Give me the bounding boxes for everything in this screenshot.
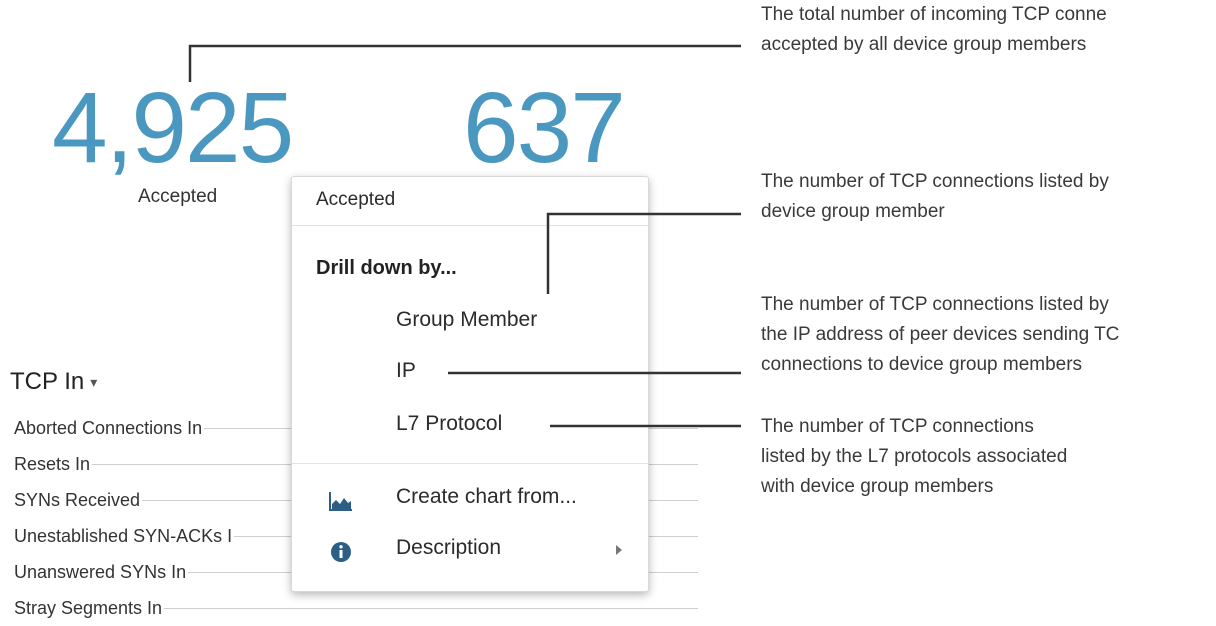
metric-row-label: Aborted Connections In [14,417,205,439]
metric-accepted-label: Accepted [138,186,218,207]
callout-line: listed by the L7 protocols associated [761,446,1068,467]
callout-line: The total number of incoming TCP conne [761,4,1107,25]
callout-line: The number of TCP connections listed by [761,294,1109,315]
metric-row-label: Resets In [14,453,93,475]
callout-line: The number of TCP connections listed by [761,171,1109,192]
menu-divider [292,225,648,226]
callout-line: the IP address of peer devices sending T… [761,324,1120,345]
callout-l7-protocol: The number of TCP connections listed by … [761,412,1067,502]
drill-down-heading: Drill down by... [316,257,457,279]
callout-line: connections to device group members [761,354,1083,375]
drill-l7-protocol-item[interactable]: L7 Protocol [396,412,502,436]
callout-line: The number of TCP connections [761,416,1034,437]
callout-line: accepted by all device group members [761,34,1087,55]
caret-down-icon: ▾ [90,374,98,391]
create-chart-item[interactable]: Create chart from... [292,482,648,522]
callout-line: device group member [761,201,945,222]
menu-divider [292,463,648,464]
callout-ip: The number of TCP connections listed by … [761,290,1119,380]
context-menu: Accepted Drill down by... Group Member I… [291,176,649,592]
metric-row-label: Stray Segments In [14,597,165,619]
drill-ip-item[interactable]: IP [396,359,416,383]
callout-accepted-total: The total number of incoming TCP conne a… [761,0,1107,60]
info-circle-icon [331,542,351,562]
drill-group-member-item[interactable]: Group Member [396,308,537,332]
area-chart-icon [329,492,352,511]
menu-header: Accepted [316,189,396,210]
metric-row-label: Unanswered SYNs In [14,561,189,583]
metric-accepted-value[interactable]: 4,925 [52,78,294,178]
description-label: Description [396,536,502,559]
section-title[interactable]: TCP In ▾ [10,368,97,396]
callout-group-member: The number of TCP connections listed by … [761,167,1109,227]
metric-second-value[interactable]: 637 [463,78,626,178]
create-chart-label: Create chart from... [396,485,577,508]
chevron-right-icon [616,545,622,555]
metric-row-label: SYNs Received [14,489,143,511]
metric-row-label: Unestablished SYN-ACKs I [14,525,235,547]
callout-line: with device group members [761,476,994,497]
section-title-label: TCP In [10,368,85,395]
metric-row-stray-segments-in[interactable]: Stray Segments In [14,590,698,626]
description-item[interactable]: Description [292,533,648,573]
